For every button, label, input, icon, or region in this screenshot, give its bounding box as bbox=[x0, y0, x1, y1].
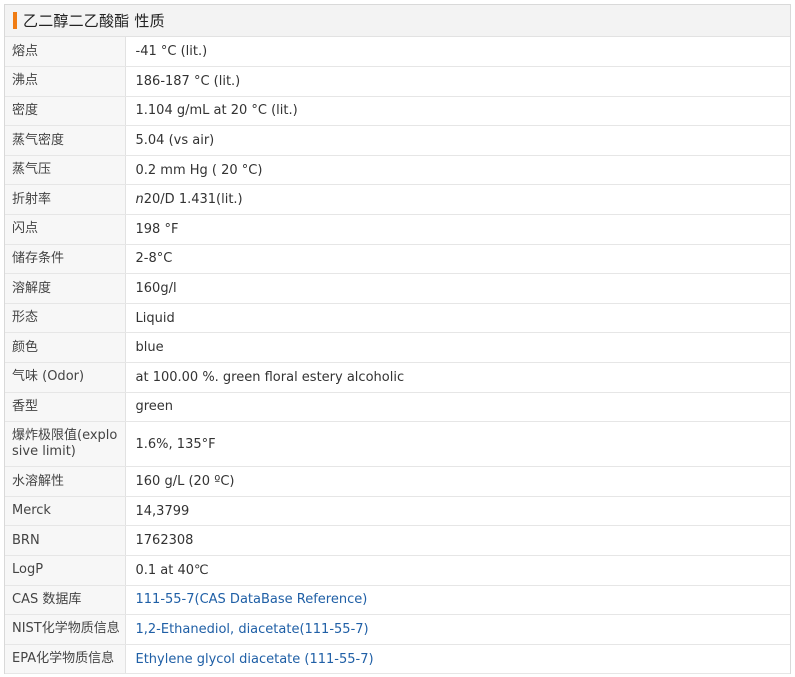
property-name: 沸点 bbox=[5, 66, 126, 97]
property-value: green bbox=[125, 392, 790, 423]
table-row: Merck 14,3799 bbox=[5, 496, 790, 527]
property-value: 111-55-7(CAS DataBase Reference) bbox=[125, 585, 790, 616]
property-name: 密度 bbox=[5, 96, 126, 127]
table-row: 闪点 198 °F bbox=[5, 214, 790, 245]
cas-database-link[interactable]: 111-55-7(CAS DataBase Reference) bbox=[136, 592, 368, 607]
property-value: 160 g/L (20 ºC) bbox=[125, 466, 790, 497]
table-row: 密度 1.104 g/mL at 20 °C (lit.) bbox=[5, 96, 790, 127]
property-name: BRN bbox=[5, 525, 126, 556]
table-row: 沸点 186-187 °C (lit.) bbox=[5, 66, 790, 97]
property-name: 蒸气压 bbox=[5, 155, 126, 186]
property-name: 熔点 bbox=[5, 37, 126, 68]
property-value: 0.1 at 40℃ bbox=[125, 555, 790, 586]
accent-bar bbox=[13, 12, 17, 29]
property-value: Liquid bbox=[125, 303, 790, 334]
table-row: 香型 green bbox=[5, 392, 790, 423]
property-name: 闪点 bbox=[5, 214, 126, 245]
table-row: 爆炸极限值(explo sive limit) 1.6%, 135°F bbox=[5, 421, 790, 468]
table-row: 储存条件 2-8°C bbox=[5, 244, 790, 275]
property-name: 形态 bbox=[5, 303, 126, 334]
property-name: EPA化学物质信息 bbox=[5, 644, 126, 675]
property-value: 198 °F bbox=[125, 214, 790, 245]
table-row: BRN 1762308 bbox=[5, 525, 790, 556]
table-row: 水溶解性 160 g/L (20 ºC) bbox=[5, 466, 790, 497]
property-value: 1.6%, 135°F bbox=[125, 421, 790, 468]
property-value: 186-187 °C (lit.) bbox=[125, 66, 790, 97]
table-row: 折射率 n20/D 1.431(lit.) bbox=[5, 184, 790, 216]
refractive-index-value: 20/D 1.431(lit.) bbox=[143, 192, 243, 208]
table-row: CAS 数据库 111-55-7(CAS DataBase Reference) bbox=[5, 585, 790, 616]
table-row: 蒸气密度 5.04 (vs air) bbox=[5, 125, 790, 156]
property-value: Ethylene glycol diacetate (111-55-7) bbox=[125, 644, 790, 675]
property-value: n20/D 1.431(lit.) bbox=[125, 184, 790, 216]
property-name: 水溶解性 bbox=[5, 466, 126, 497]
table-row: EPA化学物质信息 Ethylene glycol diacetate (111… bbox=[5, 644, 790, 675]
property-name: 蒸气密度 bbox=[5, 125, 126, 156]
property-value: 1,2-Ethanediol, diacetate(111-55-7) bbox=[125, 614, 790, 645]
property-name: Merck bbox=[5, 496, 126, 527]
property-value: 2-8°C bbox=[125, 244, 790, 275]
property-value: 14,3799 bbox=[125, 496, 790, 527]
panel-header: 乙二醇二乙酸酯 性质 bbox=[5, 5, 790, 37]
property-value: 0.2 mm Hg ( 20 °C) bbox=[125, 155, 790, 186]
table-row: 形态 Liquid bbox=[5, 303, 790, 334]
property-name: 折射率 bbox=[5, 184, 126, 216]
property-value: 5.04 (vs air) bbox=[125, 125, 790, 156]
property-value: at 100.00 %. green floral estery alcohol… bbox=[125, 362, 790, 393]
property-value: blue bbox=[125, 332, 790, 364]
property-name: 气味 (Odor) bbox=[5, 362, 126, 393]
property-name: 储存条件 bbox=[5, 244, 126, 275]
property-name: CAS 数据库 bbox=[5, 585, 126, 616]
properties-table: 熔点 -41 °C (lit.) 沸点 186-187 °C (lit.) 密度… bbox=[5, 37, 790, 675]
table-row: 气味 (Odor) at 100.00 %. green floral este… bbox=[5, 362, 790, 393]
table-row: 颜色 blue bbox=[5, 332, 790, 364]
property-name: LogP bbox=[5, 555, 126, 586]
refractive-index-prefix: n bbox=[135, 192, 144, 208]
property-name: NIST化学物质信息 bbox=[5, 614, 126, 645]
property-name: 溶解度 bbox=[5, 273, 126, 304]
property-value: -41 °C (lit.) bbox=[125, 37, 790, 68]
table-row: 蒸气压 0.2 mm Hg ( 20 °C) bbox=[5, 155, 790, 186]
property-value: 1.104 g/mL at 20 °C (lit.) bbox=[125, 96, 790, 127]
table-row: NIST化学物质信息 1,2-Ethanediol, diacetate(111… bbox=[5, 614, 790, 645]
property-value: 1762308 bbox=[125, 525, 790, 556]
property-name: 香型 bbox=[5, 392, 126, 423]
table-row: 熔点 -41 °C (lit.) bbox=[5, 37, 790, 68]
table-row: 溶解度 160g/l bbox=[5, 273, 790, 304]
properties-panel: 乙二醇二乙酸酯 性质 熔点 -41 °C (lit.) 沸点 186-187 °… bbox=[4, 4, 791, 675]
nist-info-link[interactable]: 1,2-Ethanediol, diacetate(111-55-7) bbox=[136, 622, 369, 637]
panel-title: 乙二醇二乙酸酯 性质 bbox=[23, 12, 165, 30]
table-row: LogP 0.1 at 40℃ bbox=[5, 555, 790, 586]
epa-info-link[interactable]: Ethylene glycol diacetate (111-55-7) bbox=[136, 652, 374, 667]
property-value: 160g/l bbox=[125, 273, 790, 304]
property-name: 颜色 bbox=[5, 332, 126, 364]
property-name: 爆炸极限值(explo sive limit) bbox=[5, 421, 126, 468]
